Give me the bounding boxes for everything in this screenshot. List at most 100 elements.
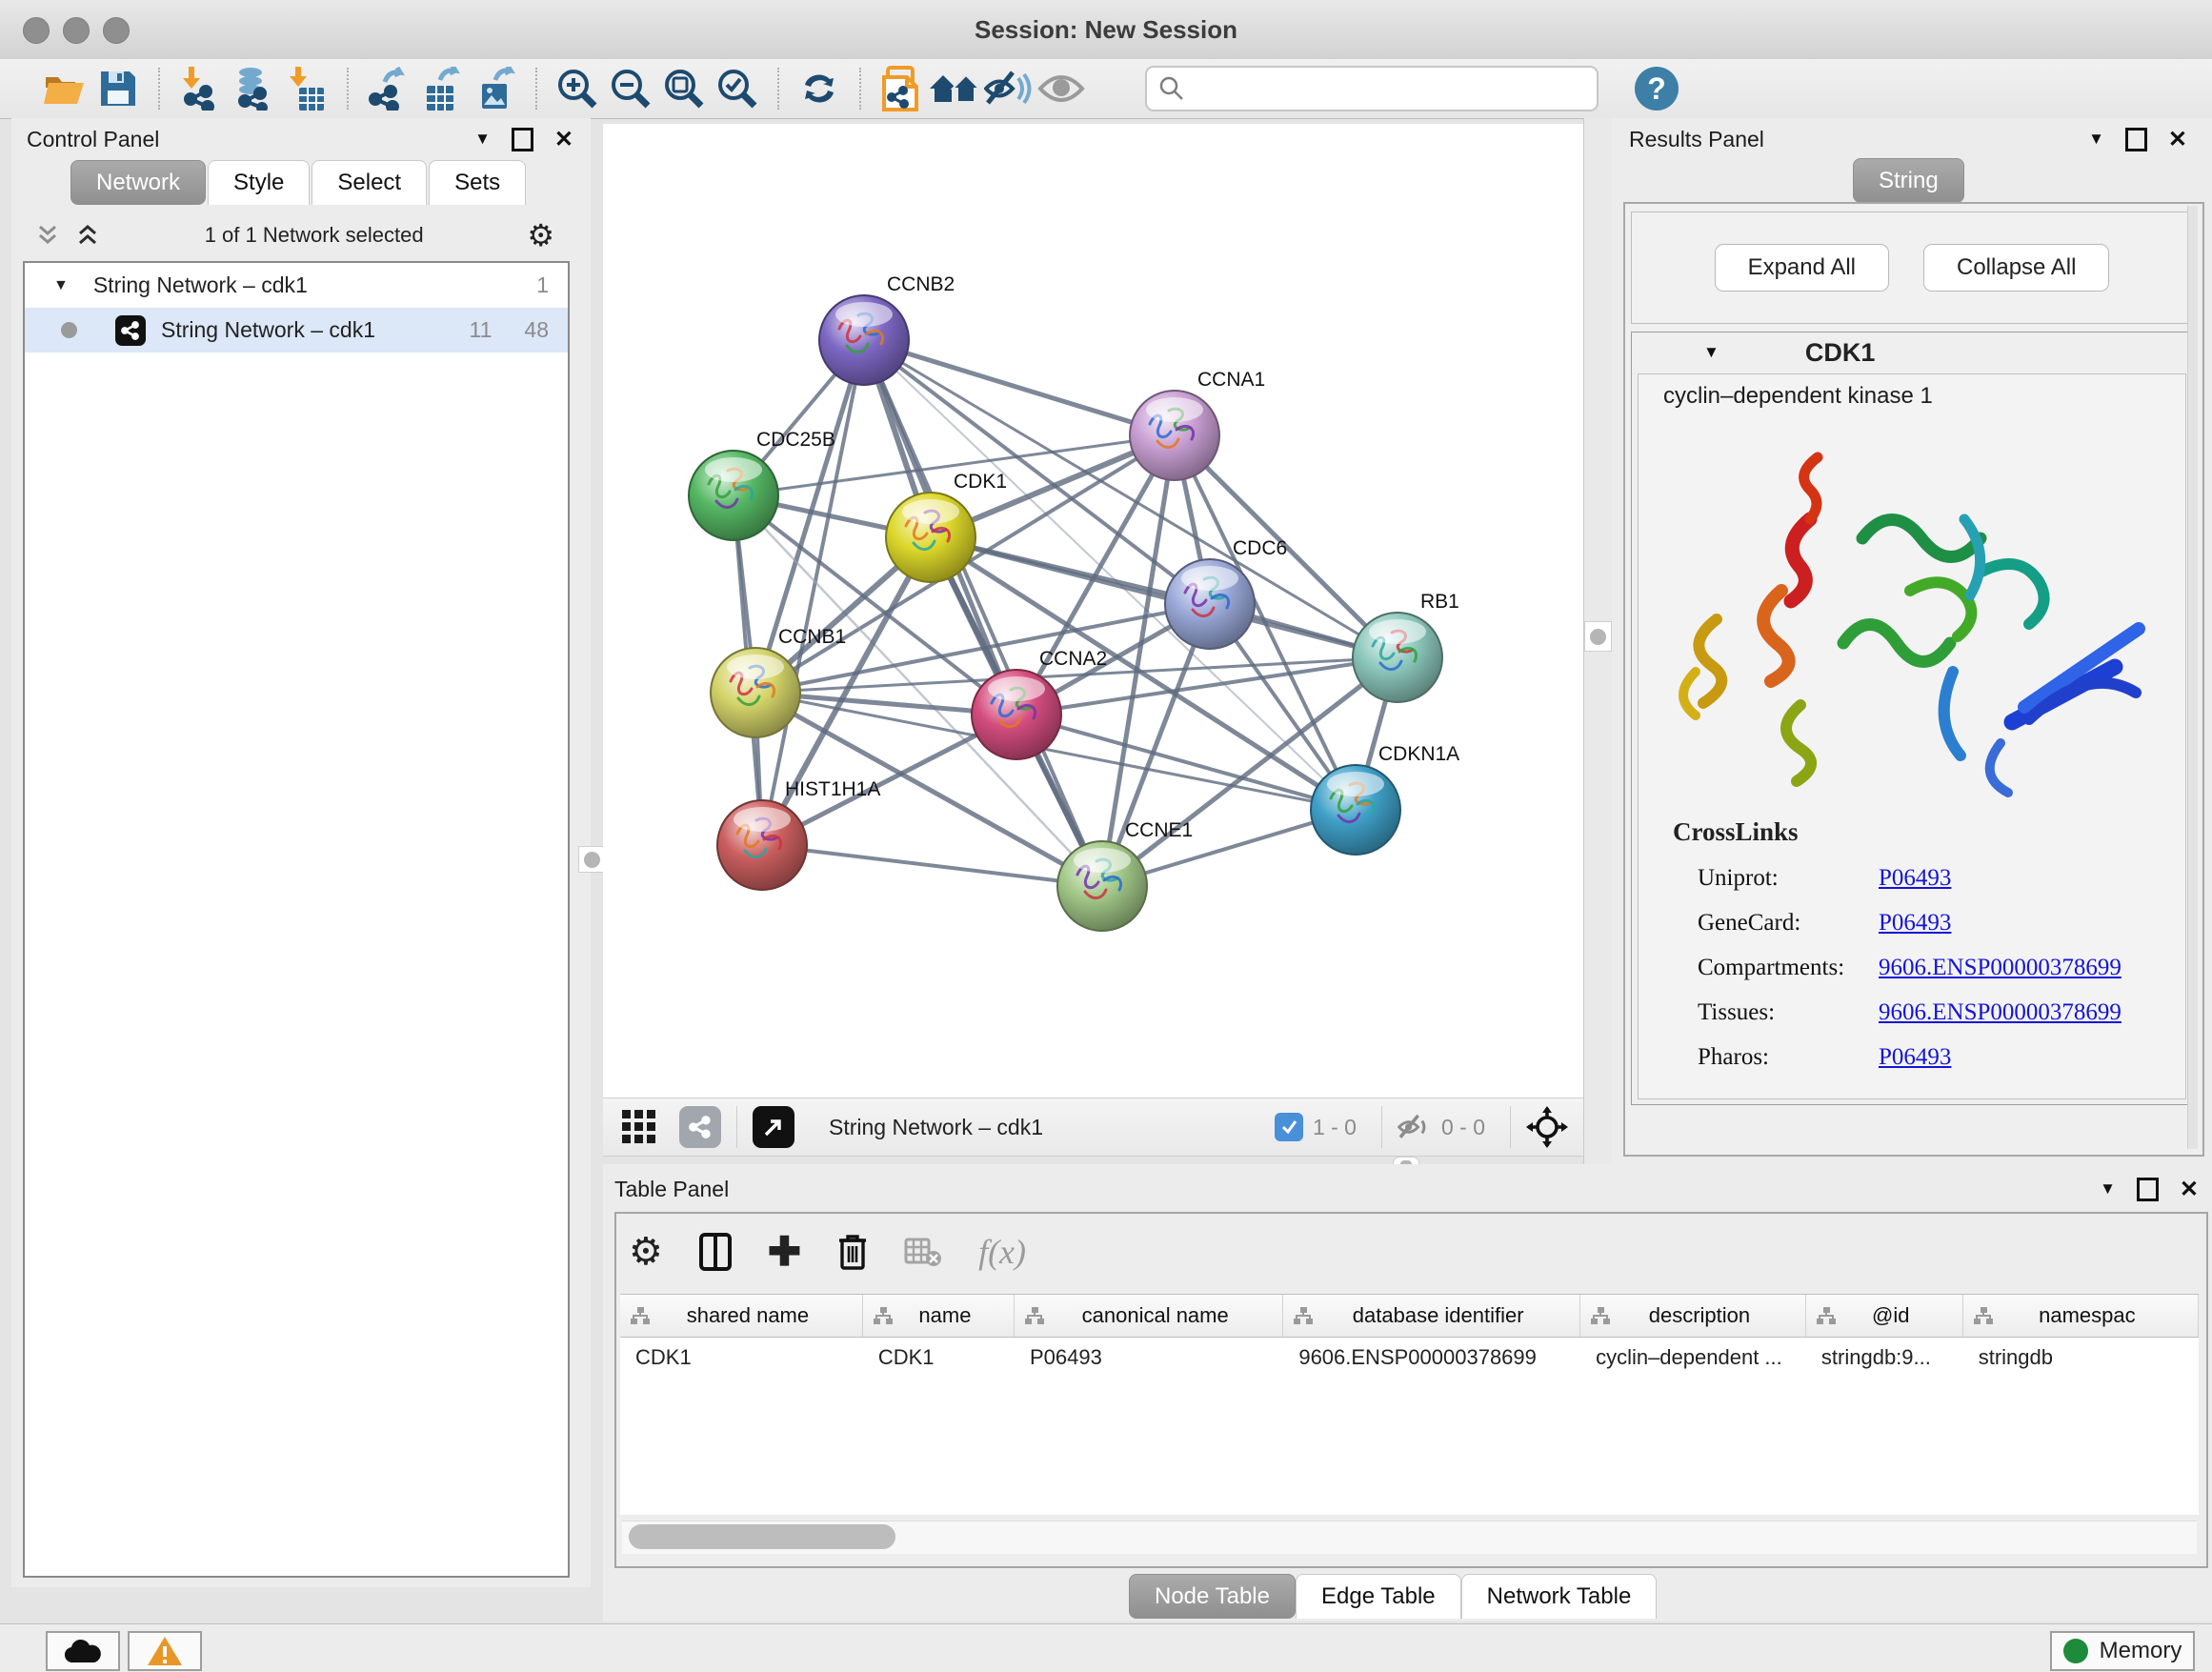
collapse-all-button[interactable]: Collapse All <box>1923 244 2109 292</box>
tab-network[interactable]: Network <box>70 160 206 205</box>
crosslink-link[interactable]: 9606.ENSP00000378699 <box>1879 999 2122 1026</box>
refresh-button[interactable] <box>793 65 846 112</box>
network-node-HIST1H1A[interactable]: HIST1H1A <box>717 778 880 890</box>
table-cell[interactable]: cyclin–dependent ... <box>1580 1345 1806 1370</box>
network-node-CDK1[interactable]: CDK1 <box>886 471 1007 582</box>
column-header-database-identifier[interactable]: database identifier <box>1283 1295 1580 1337</box>
crosslink-link[interactable]: P06493 <box>1879 865 1951 892</box>
float-panel-icon[interactable] <box>512 128 533 151</box>
show-glass-eye-button[interactable] <box>1035 65 1088 112</box>
string-badge-gray-icon[interactable] <box>679 1106 721 1148</box>
network-row-selected[interactable]: String Network – cdk1 11 48 <box>25 308 568 353</box>
clone-network-button[interactable] <box>875 65 928 112</box>
results-scrollbar[interactable] <box>2187 206 2198 1149</box>
zoom-fit-button[interactable] <box>657 65 711 112</box>
export-image-button[interactable] <box>469 65 522 112</box>
close-panel-icon[interactable]: ✕ <box>2168 126 2187 153</box>
gene-section-header[interactable]: ▼ CDK1 <box>1631 332 2191 373</box>
tab-select[interactable]: Select <box>312 160 427 205</box>
hide-glass-eye-button[interactable] <box>981 65 1035 112</box>
tab-edge-table[interactable]: Edge Table <box>1296 1574 1461 1619</box>
tab-style[interactable]: Style <box>208 160 310 205</box>
table-cell[interactable]: stringdb <box>1963 1345 2199 1370</box>
network-edge[interactable] <box>762 845 1102 886</box>
network-edge[interactable] <box>864 340 1175 435</box>
gene-description: cyclin–dependent kinase 1 <box>1663 383 1933 410</box>
close-panel-icon[interactable]: ✕ <box>554 126 573 153</box>
network-edge[interactable] <box>762 340 864 845</box>
network-node-RB1[interactable]: RB1 <box>1353 591 1459 702</box>
save-session-button[interactable] <box>91 65 145 112</box>
open-in-window-icon[interactable] <box>753 1106 794 1148</box>
search-field[interactable] <box>1145 66 1599 111</box>
left-splitter-grip[interactable] <box>578 846 605 873</box>
network-node-CCNB1[interactable]: CCNB1 <box>711 626 846 737</box>
collapse-panel-icon[interactable]: ▼ <box>2088 130 2104 149</box>
collapse-arrow-icon[interactable]: ▼ <box>53 277 69 294</box>
pan-crosshair-icon[interactable] <box>1526 1106 1568 1148</box>
network-node-CCNA1[interactable]: CCNA1 <box>1130 369 1265 480</box>
table-cell[interactable]: P06493 <box>1015 1345 1283 1370</box>
collapse-all-chevrons-icon[interactable] <box>74 223 101 248</box>
collapse-panel-icon[interactable]: ▼ <box>474 130 491 149</box>
tab-string[interactable]: String <box>1853 158 1964 203</box>
zoom-out-button[interactable] <box>604 65 657 112</box>
clone-network-icon <box>880 66 922 111</box>
open-session-button[interactable] <box>38 65 91 112</box>
table-hscrollbar-thumb[interactable] <box>629 1524 895 1549</box>
tab-node-table[interactable]: Node Table <box>1129 1574 1296 1619</box>
crosslink-link[interactable]: P06493 <box>1879 910 1951 937</box>
column-header-namespac[interactable]: namespac <box>1963 1295 2199 1337</box>
selected-checkbox-icon[interactable] <box>1275 1113 1303 1141</box>
search-input[interactable] <box>1185 75 1597 102</box>
zoom-out-icon <box>609 67 653 111</box>
export-network-button[interactable] <box>362 65 415 112</box>
memory-button[interactable]: Memory <box>2050 1631 2195 1671</box>
column-header-shared-name[interactable]: shared name <box>620 1295 863 1337</box>
import-network-database-button[interactable] <box>227 65 280 112</box>
collapse-section-icon[interactable]: ▼ <box>1703 343 1719 362</box>
table-cell[interactable]: CDK1 <box>863 1345 1015 1370</box>
export-table-button[interactable] <box>415 65 469 112</box>
zoom-in-button[interactable] <box>551 65 604 112</box>
tab-sets[interactable]: Sets <box>429 160 526 205</box>
help-button[interactable]: ? <box>1635 67 1679 111</box>
string-home-button[interactable] <box>928 65 981 112</box>
warnings-button[interactable] <box>128 1631 202 1671</box>
close-panel-icon[interactable]: ✕ <box>2180 1176 2199 1203</box>
column-header-description[interactable]: description <box>1580 1295 1806 1337</box>
birds-eye-view-icon[interactable] <box>620 1108 658 1146</box>
selected-node-edge-counts: 1 - 0 <box>1313 1115 1357 1140</box>
crosslink-link[interactable]: 9606.ENSP00000378699 <box>1879 955 2122 981</box>
crosslink-link[interactable]: P06493 <box>1879 1044 1951 1071</box>
delete-column-trash-icon[interactable] <box>837 1233 868 1271</box>
table-cell[interactable]: 9606.ENSP00000378699 <box>1283 1345 1580 1370</box>
right-splitter-grip[interactable] <box>1584 621 1612 652</box>
column-header-@id[interactable]: @id <box>1806 1295 1963 1337</box>
create-column-plus-icon[interactable]: ✚ <box>768 1238 801 1266</box>
network-node-CCNB2[interactable]: CCNB2 <box>819 273 955 385</box>
network-collection-row[interactable]: ▼ String Network – cdk1 1 <box>25 263 568 308</box>
cloud-status-button[interactable] <box>46 1631 120 1671</box>
table-cell[interactable]: CDK1 <box>620 1345 863 1370</box>
float-panel-icon[interactable] <box>2125 128 2147 151</box>
import-table-file-button[interactable] <box>280 65 333 112</box>
hidden-eye-icon[interactable] <box>1398 1113 1432 1141</box>
expand-all-button[interactable]: Expand All <box>1715 244 1889 292</box>
show-columns-icon[interactable] <box>699 1233 732 1271</box>
expand-all-chevrons-icon[interactable] <box>34 223 61 248</box>
column-header-name[interactable]: name <box>863 1295 1015 1337</box>
import-network-file-button[interactable] <box>173 65 227 112</box>
tab-network-table[interactable]: Network Table <box>1461 1574 1658 1619</box>
string-network-graph[interactable]: CCNB2CCNA1CDC25BCDK1CDC6RB1CCNB1CCNA2CDK… <box>603 124 1583 1098</box>
table-cell[interactable]: stringdb:9... <box>1806 1345 1963 1370</box>
collapse-panel-icon[interactable]: ▼ <box>2100 1179 2116 1199</box>
table-options-gear-icon[interactable]: ⚙ <box>629 1230 663 1274</box>
network-edge[interactable] <box>864 340 1102 886</box>
zoom-selected-button[interactable] <box>711 65 764 112</box>
network-list-options-gear-icon[interactable]: ⚙ <box>527 217 554 253</box>
float-panel-icon[interactable] <box>2137 1178 2159 1201</box>
node-table-data-row[interactable]: CDK1CDK1P064939606.ENSP00000378699cyclin… <box>620 1338 2199 1378</box>
column-header-canonical-name[interactable]: canonical name <box>1015 1295 1283 1337</box>
network-view-canvas[interactable]: CCNB2CCNA1CDC25BCDK1CDC6RB1CCNB1CCNA2CDK… <box>603 124 1583 1098</box>
